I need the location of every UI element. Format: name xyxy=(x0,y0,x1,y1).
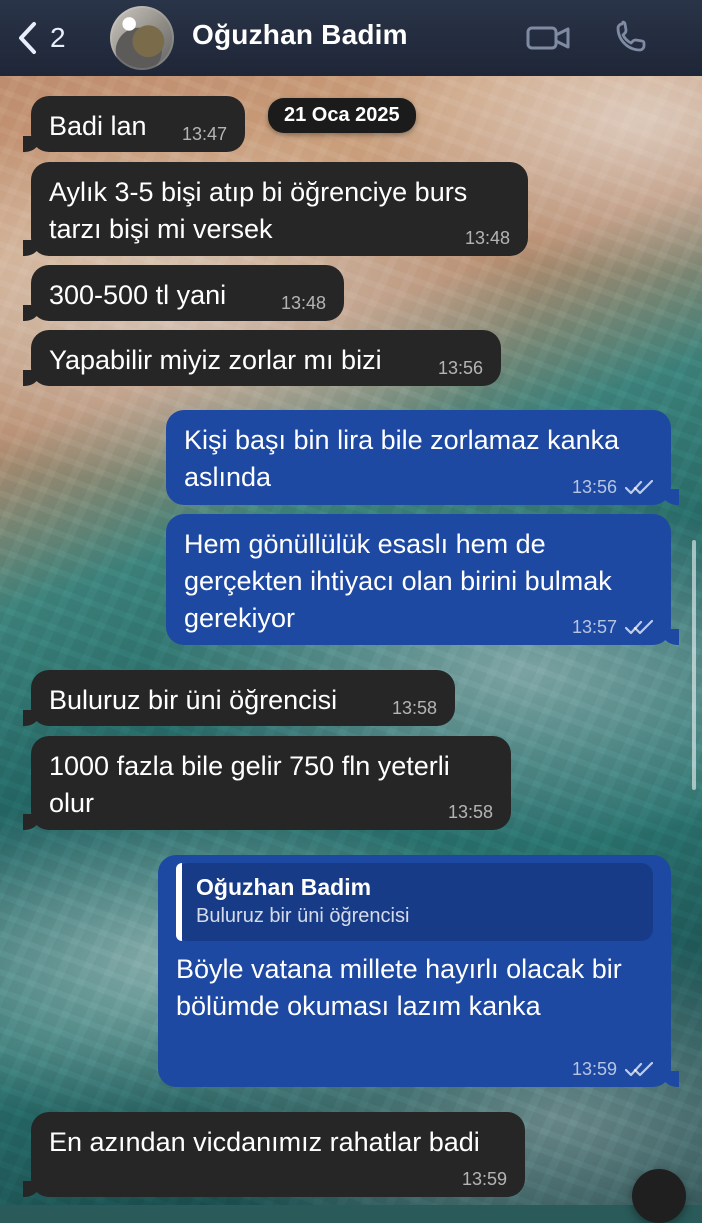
message-text: Buluruz bir üni öğrencisi xyxy=(49,685,338,715)
double-check-icon xyxy=(625,619,653,635)
unread-count: 2 xyxy=(50,22,66,53)
voice-call-button[interactable] xyxy=(604,16,656,60)
message-time: 13:48 xyxy=(280,293,326,313)
message-bubble[interactable]: Oğuzhan Badim Buluruz bir üni öğrencisi … xyxy=(158,855,679,1087)
message-meta: 13:48 xyxy=(465,228,510,248)
message-time: 13:56 xyxy=(571,477,617,497)
contact-name[interactable]: Oğuzhan Badim xyxy=(192,19,408,51)
phone-icon xyxy=(610,18,650,58)
scrollbar[interactable] xyxy=(692,540,696,790)
chevron-left-icon xyxy=(14,18,40,58)
message-meta: 13:59 xyxy=(462,1169,507,1189)
video-call-button[interactable] xyxy=(522,16,574,60)
message-text: 1000 fazla bile gelir 750 fln yeterli ol… xyxy=(49,751,450,818)
message-meta: 13:56 xyxy=(572,477,653,497)
double-check-icon xyxy=(625,1061,653,1077)
message-time: 13:59 xyxy=(571,1059,617,1079)
message-text: Yapabilir miyiz zorlar mı bizi xyxy=(49,345,382,375)
message-time: 13:57 xyxy=(571,617,617,637)
message-meta: 13:58 xyxy=(392,698,437,718)
message-time: 13:56 xyxy=(437,358,483,378)
message-text: En azından vicdanımız rahatlar badi xyxy=(49,1127,480,1157)
date-divider: 21 Oca 2025 xyxy=(268,98,416,133)
message-bubble[interactable]: Hem gönüllülük esaslı hem de gerçekten i… xyxy=(166,514,679,645)
message-time: 13:47 xyxy=(181,124,227,144)
message-meta: 13:56 xyxy=(438,358,483,378)
reply-author: Oğuzhan Badim xyxy=(196,874,372,900)
message-text: Aylık 3-5 bişi atıp bi öğrenciye burs ta… xyxy=(49,177,468,244)
message-time: 13:48 xyxy=(464,228,510,248)
chat-header: 2 Oğuzhan Badim xyxy=(0,0,702,76)
video-camera-icon xyxy=(524,21,572,55)
message-meta: 13:48 xyxy=(281,293,326,313)
double-check-icon xyxy=(625,479,653,495)
reply-quote[interactable]: Oğuzhan Badim Buluruz bir üni öğrencisi xyxy=(176,863,653,941)
message-bubble[interactable]: Yapabilir miyiz zorlar mı bizi 13:56 xyxy=(23,330,501,386)
message-time: 13:59 xyxy=(461,1169,507,1189)
message-bubble[interactable]: Buluruz bir üni öğrencisi 13:58 xyxy=(23,670,455,726)
message-bubble[interactable]: En azından vicdanımız rahatlar badi 13:5… xyxy=(23,1112,525,1197)
scroll-to-bottom-button[interactable] xyxy=(632,1169,686,1223)
message-time: 13:58 xyxy=(391,698,437,718)
message-bubble[interactable]: 1000 fazla bile gelir 750 fln yeterli ol… xyxy=(23,736,511,830)
message-bubble[interactable]: Badi lan 13:47 xyxy=(23,96,245,152)
avatar[interactable] xyxy=(110,6,174,70)
message-bubble[interactable]: Aylık 3-5 bişi atıp bi öğrenciye burs ta… xyxy=(23,162,528,256)
message-meta: 13:57 xyxy=(572,617,653,637)
message-text: Böyle vatana millete hayırlı olacak bir … xyxy=(176,954,622,1021)
message-meta: 13:59 xyxy=(572,1059,653,1079)
message-bubble[interactable]: Kişi başı bin lira bile zorlamaz kanka a… xyxy=(166,410,679,505)
message-meta: 13:58 xyxy=(448,802,493,822)
message-meta: 13:47 xyxy=(182,124,227,144)
reply-preview: Buluruz bir üni öğrencisi xyxy=(196,905,410,927)
message-bubble[interactable]: 300-500 tl yani 13:48 xyxy=(23,265,344,321)
back-button[interactable]: 2 xyxy=(14,18,66,58)
message-time: 13:58 xyxy=(447,802,493,822)
